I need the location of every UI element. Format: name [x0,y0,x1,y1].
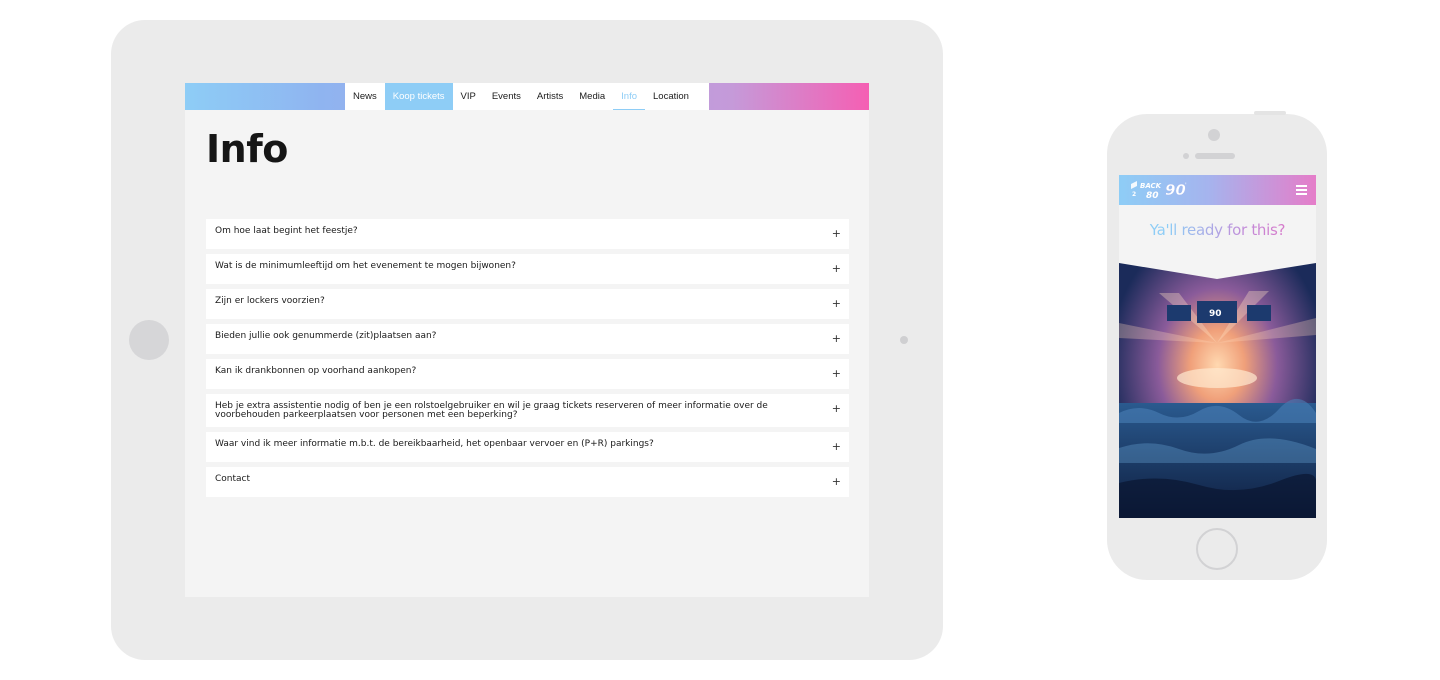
nav-item-media[interactable]: Media [571,83,613,110]
phone-camera [1208,129,1220,141]
phone-home-button [1196,528,1238,570]
nav-item-artists[interactable]: Artists [529,83,571,110]
plus-icon[interactable]: + [832,228,841,239]
phone-sensor [1183,153,1189,159]
faq-item[interactable]: Kan ik drankbonnen op voorhand aankopen?… [206,359,849,389]
faq-question: Om hoe laat begint het feestje? [215,226,358,236]
plus-icon[interactable]: + [832,298,841,309]
faq-question: Zijn er lockers voorzien? [215,296,325,306]
phone-header: 2 BACK 80 90 ' [1119,175,1316,205]
faq-question: Waar vind ik meer informatie m.b.t. de b… [215,439,654,449]
faq-item[interactable]: Waar vind ik meer informatie m.b.t. de b… [206,432,849,462]
hero-concert-image: 90 [1119,263,1316,518]
svg-text:2: 2 [1132,191,1136,198]
nav-item-location[interactable]: Location [645,83,697,110]
faq-list: Om hoe laat begint het feestje? + Wat is… [206,219,849,502]
tablet-device: News Koop tickets VIP Events Artists Med… [111,20,943,660]
navbar: News Koop tickets VIP Events Artists Med… [185,83,869,110]
tagline-part: Ya'll ready for [1149,221,1252,239]
faq-question: Contact [215,474,251,484]
faq-item[interactable]: Wat is de minimumleeftijd om het eveneme… [206,254,849,284]
brand-logo[interactable]: 2 BACK 80 90 ' [1127,178,1193,202]
nav-item-events[interactable]: Events [484,83,529,110]
tablet-home-button [129,320,169,360]
faq-question: Wat is de minimumleeftijd om het eveneme… [215,261,516,271]
svg-text:90: 90 [1209,309,1222,319]
plus-icon[interactable]: + [832,476,841,487]
faq-item[interactable]: Contact + [206,467,849,497]
svg-text:90: 90 [1165,181,1186,199]
page-title: Info [206,127,288,171]
tablet-screen: News Koop tickets VIP Events Artists Med… [185,83,869,597]
faq-item[interactable]: Om hoe laat begint het feestje? + [206,219,849,249]
faq-question: Bieden jullie ook genummerde (zit)plaats… [215,331,437,341]
svg-text:': ' [1185,182,1187,189]
faq-question: Kan ik drankbonnen op voorhand aankopen? [215,366,417,376]
svg-text:BACK: BACK [1140,182,1162,190]
nav-menu: News Koop tickets VIP Events Artists Med… [345,83,709,110]
faq-question: Heb je extra assistentie nodig of ben je… [215,401,768,420]
nav-item-news[interactable]: News [345,83,385,110]
phone-power-button [1254,111,1286,115]
plus-icon[interactable]: + [832,333,841,344]
nav-item-info[interactable]: Info [613,83,645,110]
nav-item-koop-tickets[interactable]: Koop tickets [384,83,453,110]
plus-icon[interactable]: + [832,263,841,274]
plus-icon[interactable]: + [832,368,841,379]
tagline: Ya'll ready for this? [1119,221,1316,239]
plus-icon[interactable]: + [832,403,841,414]
faq-item[interactable]: Bieden jullie ook genummerde (zit)plaats… [206,324,849,354]
tagline-part: this? [1251,221,1286,239]
tablet-camera [900,336,908,344]
faq-item[interactable]: Zijn er lockers voorzien? + [206,289,849,319]
phone-screen: 2 BACK 80 90 ' Ya'll ready for this? 90 [1119,175,1316,518]
faq-item[interactable]: Heb je extra assistentie nodig of ben je… [206,394,849,427]
svg-text:80: 80 [1146,191,1159,201]
plus-icon[interactable]: + [832,441,841,452]
hamburger-icon[interactable] [1296,185,1307,195]
phone-speaker [1195,153,1235,159]
nav-item-vip[interactable]: VIP [453,83,484,110]
phone-device: 2 BACK 80 90 ' Ya'll ready for this? 90 [1107,111,1327,580]
